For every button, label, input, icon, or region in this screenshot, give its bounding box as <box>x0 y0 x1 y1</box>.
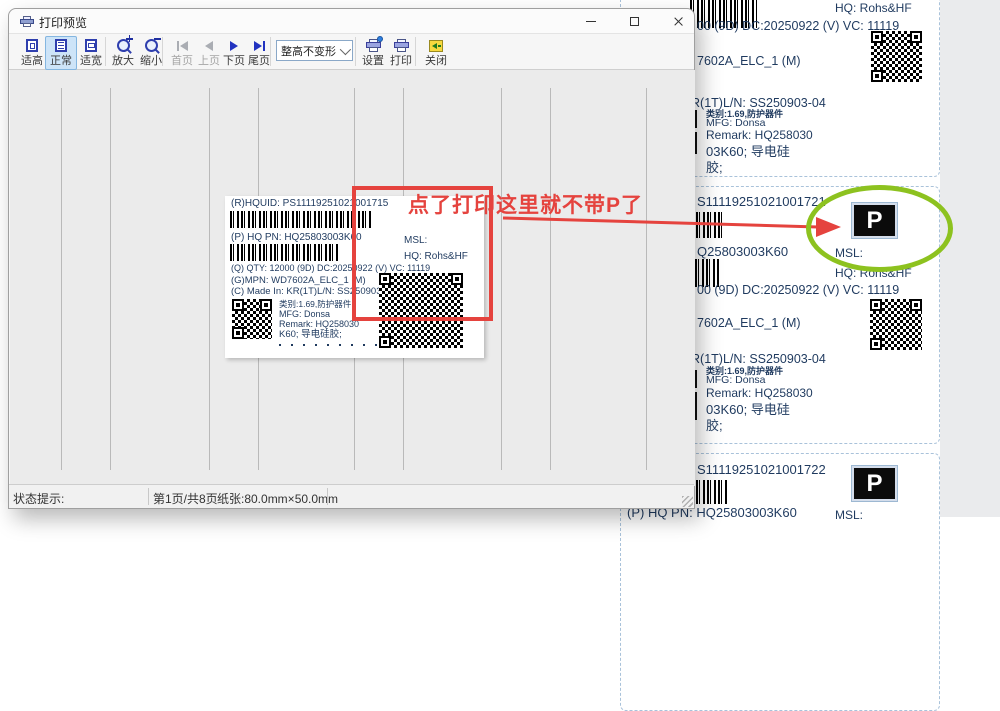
print-label: 打印 <box>390 55 412 67</box>
resize-grip[interactable] <box>682 496 693 507</box>
msl-line: MSL: <box>835 246 863 260</box>
window-title: 打印预览 <box>39 14 87 31</box>
mpn-line: 7602A_ELC_1 (M) <box>697 316 801 330</box>
qr-code <box>379 273 463 348</box>
page-guide-line <box>209 88 210 470</box>
remark-line: 胶; <box>706 157 723 176</box>
close-icon <box>673 16 684 27</box>
page-guide-line <box>501 88 502 470</box>
next-page-label: 下页 <box>223 55 245 67</box>
barcode <box>230 211 371 228</box>
maximize-icon <box>630 17 639 26</box>
qr-code <box>870 299 922 350</box>
normal-zoom-icon <box>52 37 70 54</box>
close-preview-label: 关闭 <box>425 55 447 67</box>
uid-line: S11119251021001722 <box>697 462 826 477</box>
barcode <box>696 480 729 504</box>
zoom-out-icon <box>142 37 160 54</box>
fit-height-button[interactable]: 适高 <box>16 36 48 70</box>
title-bar[interactable]: 打印预览 <box>9 9 694 34</box>
print-preview-dialog: 打印预览 适高 正常 适宽 放大 缩小 首页 <box>8 8 695 509</box>
printer-icon <box>20 16 34 27</box>
mpn-line: 7602A_ELC_1 (M) <box>697 54 801 68</box>
msl-line: MSL: <box>404 235 427 246</box>
maximize-button[interactable] <box>619 11 649 32</box>
mfg-line: MFG: Donsa <box>706 374 766 386</box>
page-info: 第1页/共8页 <box>153 490 218 507</box>
msl-p-badge: P <box>852 466 897 501</box>
remark-line: 胶; <box>706 415 723 434</box>
msl-line: MSL: <box>835 508 863 522</box>
hq-rohs-text: HQ: Rohs&HF <box>835 266 912 280</box>
paper-size-info: 纸张:80.0mm×50.0mm <box>217 490 338 507</box>
print-icon <box>392 37 410 54</box>
desktop-gray-area <box>940 0 1000 517</box>
zoom-in-label: 放大 <box>112 55 134 67</box>
normal-zoom-label: 正常 <box>50 55 72 67</box>
pn-line: Q25803003K60 <box>697 244 788 259</box>
toolbar-separator <box>270 37 271 66</box>
hq-rohs-text: HQ: Rohs&HF <box>835 1 912 15</box>
exit-icon <box>427 37 445 54</box>
fit-width-button[interactable]: 适宽 <box>75 36 107 70</box>
remark-line: K60; 导电硅胶; <box>279 330 342 340</box>
settings-printer-icon <box>364 37 382 54</box>
status-hint-label: 状态提示: <box>13 490 64 507</box>
last-page-icon <box>250 37 268 54</box>
category-line: 类别:1.69,防护器件 <box>279 300 351 309</box>
page-guide-line <box>646 88 647 470</box>
qr-code <box>871 31 922 82</box>
page-guide-line <box>550 88 551 470</box>
toolbar-separator <box>355 37 356 66</box>
dotted-line <box>279 344 387 346</box>
close-preview-button[interactable]: 关闭 <box>420 36 452 70</box>
remark-line: Remark: HQ258030 <box>706 128 813 142</box>
first-page-icon <box>173 37 191 54</box>
msl-p-badge: P <box>852 203 897 238</box>
hq-rohs-text: HQ: Rohs&HF <box>404 251 468 262</box>
last-page-label: 尾页 <box>248 55 270 67</box>
scale-mode-value: 整高不变形 <box>281 43 336 59</box>
fit-width-icon <box>82 37 100 54</box>
qr-code <box>232 299 272 339</box>
prev-page-icon <box>200 37 218 54</box>
page-guide-line <box>61 88 62 470</box>
toolbar-separator <box>415 37 416 66</box>
mpn-line: (G)MPN: WD7602A_ELC_1 (M) <box>231 276 366 286</box>
toolbar-separator <box>162 37 163 66</box>
page-guide-line <box>110 88 111 470</box>
remark-line: Remark: HQ258030 <box>706 386 813 400</box>
normal-zoom-button[interactable]: 正常 <box>45 36 77 70</box>
statusbar-separator <box>327 488 328 505</box>
barcode <box>230 244 339 261</box>
fit-height-icon <box>23 37 41 54</box>
scale-mode-dropdown[interactable]: 整高不变形 <box>276 40 353 61</box>
print-button[interactable]: 打印 <box>385 36 417 70</box>
statusbar-separator <box>148 488 149 505</box>
uid-line: S11119251021001721 <box>697 194 826 209</box>
chevron-down-icon <box>340 43 351 54</box>
qty-line: 00 (9D) DC:20250922 (V) VC: 11119 <box>697 19 899 33</box>
minimize-icon <box>586 21 596 22</box>
next-page-icon <box>225 37 243 54</box>
minimize-button[interactable] <box>576 11 606 32</box>
settings-label: 设置 <box>362 55 384 67</box>
fit-width-label: 适宽 <box>80 55 102 67</box>
toolbar: 适高 正常 适宽 放大 缩小 首页 上页 下页 <box>9 34 694 70</box>
pn-line: (P) HQ PN: HQ25803003K60 <box>231 232 362 243</box>
zoom-out-label: 缩小 <box>140 55 162 67</box>
fit-height-label: 适高 <box>21 55 43 67</box>
qty-line: 00 (9D) DC:20250922 (V) VC: 11119 <box>697 283 899 297</box>
first-page-label: 首页 <box>171 55 193 67</box>
status-bar: 状态提示: 第1页/共8页 纸张:80.0mm×50.0mm <box>9 484 694 508</box>
barcode <box>696 212 724 238</box>
preview-canvas[interactable]: (R)HQUID: PS11119251021001715 (P) HQ PN:… <box>10 70 695 486</box>
toolbar-separator <box>105 37 106 66</box>
label-preview-page: (R)HQUID: PS11119251021001715 (P) HQ PN:… <box>225 196 484 358</box>
uid-line: (R)HQUID: PS11119251021001715 <box>231 198 388 209</box>
close-window-button[interactable] <box>663 11 693 32</box>
zoom-in-icon <box>114 37 132 54</box>
origin-line: (C) Made In: KR(1T)L/N: SS250903-04 <box>231 287 395 297</box>
prev-page-label: 上页 <box>198 55 220 67</box>
